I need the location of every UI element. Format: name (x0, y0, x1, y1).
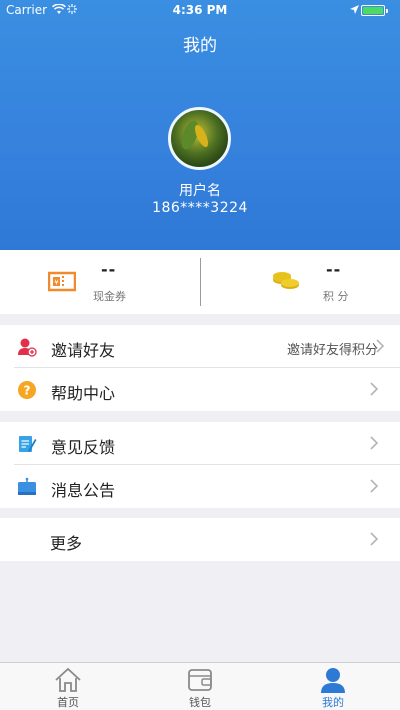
profile-icon (321, 668, 345, 693)
menu-group-2: 意见反馈 消息公告 (0, 422, 400, 508)
chevron-right-icon (370, 479, 379, 493)
feedback-label: 意见反馈 (51, 438, 116, 457)
tab-home[interactable]: 首页 (28, 663, 108, 710)
feedback-icon (19, 436, 37, 452)
coupon-value: -- (101, 260, 117, 279)
username: 用户名 (179, 183, 221, 199)
avatar[interactable] (168, 107, 231, 170)
tab-home-label: 首页 (57, 696, 79, 709)
page-title: 我的 (183, 36, 217, 56)
location-arrow-icon (350, 5, 359, 14)
notice-label: 消息公告 (51, 481, 116, 500)
menu-item-help[interactable]: ? 帮助中心 (0, 368, 400, 411)
phone-number: 186****3224 (152, 200, 248, 216)
invite-user-icon (18, 338, 37, 357)
points-stat[interactable]: -- 积 分 (201, 250, 400, 314)
wallet-icon (188, 669, 212, 691)
home-icon (55, 667, 81, 692)
more-label: 更多 (50, 534, 83, 553)
menu-group-3: 更多 (0, 518, 400, 561)
chevron-right-icon (370, 382, 379, 396)
chevron-right-icon (370, 436, 379, 450)
tab-profile-label: 我的 (322, 696, 344, 709)
coins-icon (273, 272, 299, 289)
profile-header: Carrier 4:36 PM 我的 用户名 186****3224 (0, 0, 400, 250)
menu-item-notice[interactable]: 消息公告 (0, 465, 400, 508)
chevron-right-icon (370, 532, 379, 546)
help-label: 帮助中心 (51, 384, 116, 403)
menu-item-feedback[interactable]: 意见反馈 (0, 422, 400, 465)
tab-profile[interactable]: 我的 (293, 663, 373, 710)
coupon-stat[interactable]: ¥ -- 现金券 (0, 250, 200, 314)
svg-text:¥: ¥ (54, 279, 59, 287)
tab-bar: 首页 钱包 我的 (0, 662, 400, 710)
help-icon: ? (18, 381, 36, 399)
invite-label: 邀请好友 (51, 341, 116, 360)
points-label: 积 分 (323, 290, 349, 303)
stats-panel: ¥ -- 现金券 -- 积 分 (0, 250, 400, 314)
coupon-icon: ¥ (48, 271, 76, 292)
status-bar: Carrier 4:36 PM (0, 0, 400, 20)
points-value: -- (326, 260, 342, 279)
announcement-icon (18, 477, 36, 495)
tab-wallet[interactable]: 钱包 (160, 663, 240, 710)
menu-item-more[interactable]: 更多 (0, 518, 400, 561)
menu-item-invite[interactable]: 邀请好友 邀请好友得积分 (0, 325, 400, 368)
tab-wallet-label: 钱包 (189, 696, 211, 709)
coupon-label: 现金券 (93, 290, 126, 303)
invite-detail: 邀请好友得积分 (286, 343, 378, 358)
svg-text:?: ? (24, 384, 31, 398)
status-time: 4:36 PM (172, 3, 228, 17)
chevron-right-icon (376, 339, 385, 353)
menu-group-1: 邀请好友 邀请好友得积分 ? 帮助中心 (0, 325, 400, 411)
battery-icon (361, 5, 388, 16)
